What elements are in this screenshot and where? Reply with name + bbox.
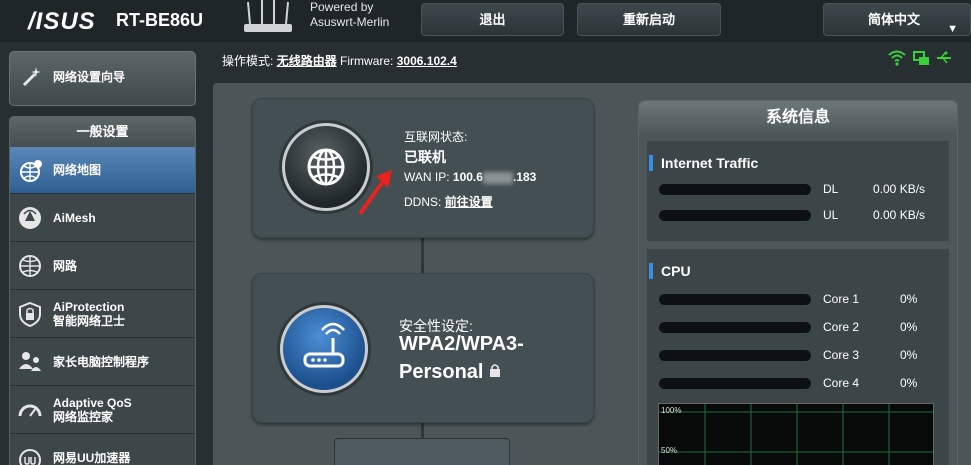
wan-ip-value-a: 100.6 <box>452 170 483 184</box>
reboot-button[interactable]: 重新启动 <box>577 3 721 36</box>
internet-status-card <box>252 98 594 238</box>
asus-logo: /ISUS <box>28 8 96 35</box>
core-bar <box>659 378 811 389</box>
uu-icon <box>19 449 41 465</box>
dl-label: DL <box>823 182 839 196</box>
globe-icon <box>19 255 41 277</box>
clients-card[interactable] <box>334 438 510 465</box>
core-value: 0% <box>900 320 918 334</box>
usb-icon[interactable] <box>936 50 952 66</box>
security-value-2: Personal <box>399 361 501 384</box>
router-status-button[interactable] <box>280 305 368 393</box>
ddns-line: DDNS: 前往设置 <box>404 195 493 209</box>
shield-icon <box>19 301 41 327</box>
system-info-title: 系统信息 <box>639 101 957 135</box>
lock-icon <box>490 364 501 377</box>
gauge-icon <box>18 404 42 417</box>
globe-icon <box>307 148 345 186</box>
sidebar-item-qos[interactable]: Adaptive QoS 网络监控家 <box>10 386 195 434</box>
sidebar-menu: 一般设置 网络地图 AiMesh 网路 AiProtection 智能网络卫士 … <box>9 116 196 465</box>
menu-section-title: 一般设置 <box>10 117 195 147</box>
traffic-title: Internet Traffic <box>648 155 759 171</box>
ddns-setup-link[interactable]: 前往设置 <box>445 195 493 209</box>
powered-by: Powered by Asuswrt-Merlin <box>310 0 390 29</box>
core-label: Core 1 <box>823 292 860 306</box>
graph-label-100: 100% <box>661 406 682 415</box>
core-value: 0% <box>900 376 918 390</box>
parental-icon <box>19 352 41 371</box>
ul-label: UL <box>823 208 839 222</box>
ul-bar <box>659 210 811 221</box>
qis-wizard-button[interactable]: 网络设置向导 <box>9 51 196 106</box>
logout-button[interactable]: 退出 <box>421 3 564 36</box>
language-select[interactable]: 简体中文 ▼ <box>823 3 971 36</box>
connector-line <box>421 238 424 274</box>
cpu-usage-graph: 100% 50% <box>658 403 934 465</box>
qis-label: 网络设置向导 <box>53 70 126 84</box>
traffic-box: Internet Traffic DL 0.00 KB/s UL 0.00 KB… <box>647 141 949 241</box>
wireless-router-icon <box>303 322 345 368</box>
core-label: Core 3 <box>823 348 860 362</box>
wizard-icon <box>22 67 41 87</box>
ul-value: 0.00 KB/s <box>873 208 926 222</box>
red-arrow-annotation <box>358 170 392 216</box>
graph-label-50: 50% <box>661 446 678 455</box>
core-label: Core 2 <box>823 320 860 334</box>
wan-ip-value-b: .183 <box>512 170 537 184</box>
core-bar <box>659 322 811 333</box>
sidebar-item-network[interactable]: 网路 <box>10 242 195 290</box>
dl-value: 0.00 KB/s <box>873 182 926 196</box>
chevron-down-icon: ▼ <box>947 23 958 35</box>
security-value-1: WPA2/WPA3- <box>399 333 524 355</box>
sidebar-item-parental[interactable]: 家长电脑控制程序 <box>10 338 195 386</box>
network-map-icon <box>20 160 42 182</box>
op-mode-line: 操作模式: 无线路由器 Firmware: 3006.102.4 <box>222 54 457 68</box>
top-header: /ISUS RT-BE86U Powered by Asuswrt-Merlin… <box>0 0 971 42</box>
sidebar-item-uu[interactable]: 网易UU加速器 <box>10 434 195 465</box>
wifi-icon[interactable] <box>888 50 906 66</box>
status-icons <box>888 50 952 66</box>
op-mode-link[interactable]: 无线路由器 <box>277 54 337 68</box>
language-value: 简体中文 <box>868 12 921 27</box>
internet-status-label: 互联网状态: <box>404 130 468 144</box>
router-model: RT-BE86U <box>116 10 204 30</box>
ip-redaction <box>482 171 513 184</box>
dl-bar <box>659 184 811 195</box>
connector-line <box>421 423 424 439</box>
wan-ip-line: WAN IP: 100.6.183 <box>404 170 537 184</box>
aimesh-icon <box>19 207 41 229</box>
sidebar-item-aimesh[interactable]: AiMesh <box>10 194 195 242</box>
internet-status-value: 已联机 <box>404 149 446 165</box>
core-bar <box>659 294 811 305</box>
core-value: 0% <box>900 348 918 362</box>
sidebar-item-network-map[interactable]: 网络地图 <box>10 147 195 194</box>
system-info-panel: 系统信息 Internet Traffic DL 0.00 KB/s UL 0.… <box>638 100 958 465</box>
graph-grid <box>659 404 933 465</box>
cpu-title: CPU <box>649 263 691 279</box>
devices-icon[interactable] <box>912 50 930 66</box>
router-icon <box>244 0 292 32</box>
core-value: 0% <box>900 292 918 306</box>
core-bar <box>659 350 811 361</box>
sidebar-item-aiprotection[interactable]: AiProtection 智能网络卫士 <box>10 290 195 338</box>
firmware-link[interactable]: 3006.102.4 <box>397 54 457 68</box>
core-label: Core 4 <box>823 376 860 390</box>
